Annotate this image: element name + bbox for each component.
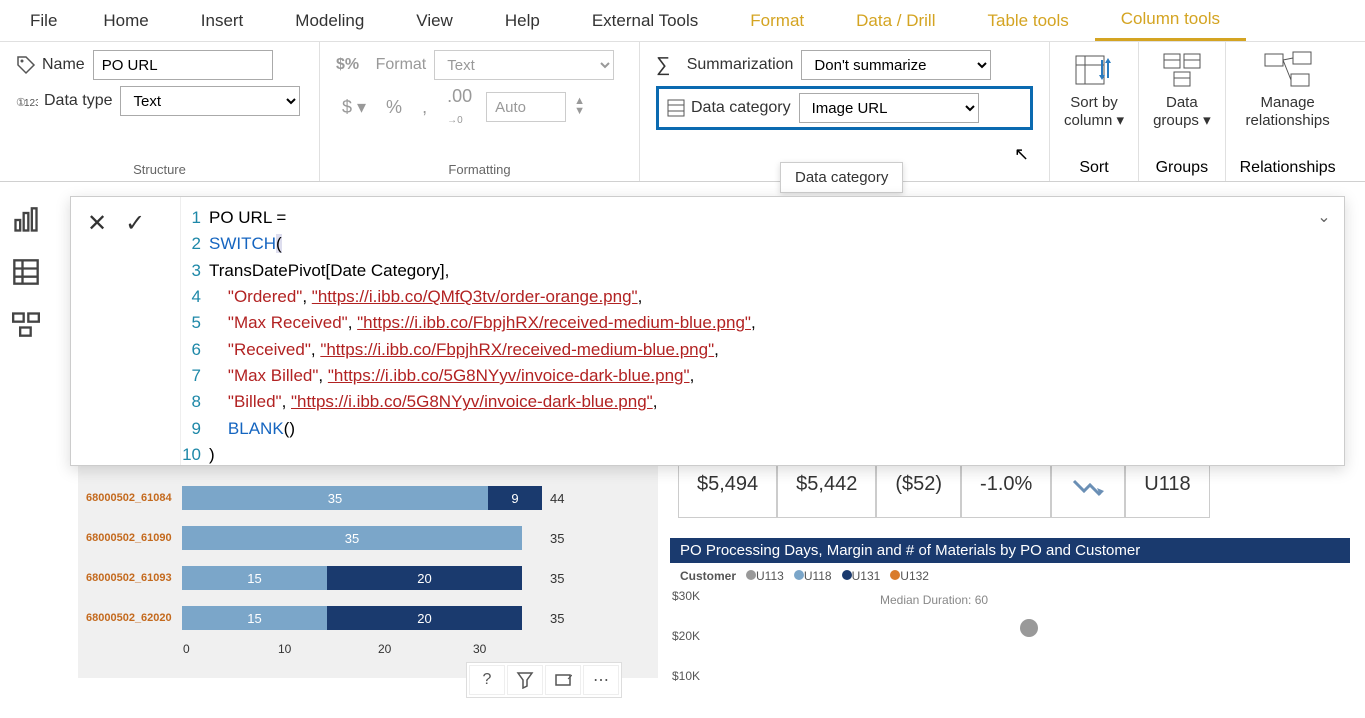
cursor-icon: ↖ bbox=[1014, 144, 1029, 165]
datatype-icon: ①123 bbox=[16, 91, 38, 111]
tab-file[interactable]: File bbox=[0, 0, 77, 41]
formula-commit-button[interactable]: ✓ bbox=[125, 209, 145, 238]
model-view-icon[interactable] bbox=[12, 310, 40, 338]
tag-icon bbox=[16, 55, 36, 75]
scatter-plot-area: $30K $20K $10K Median Duration: 60 bbox=[710, 589, 1350, 699]
tab-help[interactable]: Help bbox=[479, 0, 566, 41]
data-category-highlight: Data category Image URL bbox=[656, 86, 1033, 130]
card-value-2: $5,442 bbox=[777, 464, 876, 518]
category-icon bbox=[667, 99, 685, 117]
name-label: Name bbox=[16, 55, 85, 75]
group-structure: Structure bbox=[16, 158, 303, 177]
format-label: $% Format bbox=[336, 56, 426, 74]
visual-toolbar: ? ⋯ bbox=[466, 662, 622, 698]
tab-data-drill[interactable]: Data / Drill bbox=[830, 0, 961, 41]
card-trend bbox=[1051, 464, 1125, 518]
formula-expand-button[interactable]: ⌄ bbox=[1304, 197, 1344, 465]
report-view-icon[interactable] bbox=[12, 206, 40, 234]
tab-column-tools[interactable]: Column tools bbox=[1095, 0, 1246, 41]
format-select[interactable]: Text bbox=[434, 50, 614, 80]
decimal-button[interactable]: .00→0 bbox=[441, 86, 478, 128]
summarization-select[interactable]: Don't summarize bbox=[801, 50, 991, 80]
sort-by-column-button[interactable]: Sort bycolumn ▾ Sort bbox=[1050, 42, 1139, 181]
bar-row: 68000502_62020152035 bbox=[86, 602, 658, 634]
formula-editor[interactable]: 12345678910 PO URL = SWITCH( TransDatePi… bbox=[181, 197, 1304, 465]
datatype-select[interactable]: Text bbox=[120, 86, 300, 116]
scatter-title: PO Processing Days, Margin and # of Mate… bbox=[670, 538, 1350, 563]
relationships-icon bbox=[1263, 50, 1313, 90]
card-row: $5,494 $5,442 ($52) -1.0% U118 bbox=[678, 464, 1210, 518]
data-view-icon[interactable] bbox=[12, 258, 40, 286]
ribbon: Name ①123 Data type Text Structure $% Fo… bbox=[0, 42, 1365, 182]
more-icon[interactable]: ⋯ bbox=[583, 665, 619, 695]
data-groups-button[interactable]: Datagroups ▾ Groups bbox=[1139, 42, 1226, 181]
tab-home[interactable]: Home bbox=[77, 0, 174, 41]
scatter-point bbox=[1020, 619, 1038, 637]
scatter-chart-visual[interactable]: PO Processing Days, Margin and # of Mate… bbox=[670, 538, 1350, 718]
focus-icon[interactable] bbox=[545, 665, 581, 695]
tab-external-tools[interactable]: External Tools bbox=[566, 0, 724, 41]
filter-icon[interactable] bbox=[507, 665, 543, 695]
summarization-label: ∑ Summarization bbox=[656, 54, 793, 77]
formula-bar: ✕ ✓ 12345678910 PO URL = SWITCH( TransDa… bbox=[70, 196, 1345, 466]
card-value-1: $5,494 bbox=[678, 464, 777, 518]
name-input[interactable] bbox=[93, 50, 273, 80]
bar-row: 68000502_6108435944 bbox=[86, 482, 658, 514]
formula-cancel-button[interactable]: ✕ bbox=[87, 209, 107, 238]
auto-input[interactable] bbox=[486, 92, 566, 122]
tab-table-tools[interactable]: Table tools bbox=[961, 0, 1094, 41]
comma-button[interactable]: , bbox=[416, 97, 433, 118]
card-value-3: ($52) bbox=[876, 464, 961, 518]
left-view-rail bbox=[0, 190, 52, 338]
groups-icon bbox=[1160, 50, 1204, 90]
group-groups: Groups bbox=[1156, 159, 1208, 177]
sort-icon bbox=[1072, 50, 1116, 90]
top-tab-bar: File Home Insert Modeling View Help Exte… bbox=[0, 0, 1365, 42]
currency-button[interactable]: $ ▾ bbox=[336, 97, 372, 118]
svg-text:123: 123 bbox=[24, 98, 38, 109]
tab-format[interactable]: Format bbox=[724, 0, 830, 41]
bar-chart-axis: 0102030 bbox=[183, 642, 543, 662]
bar-row: 68000502_610903535 bbox=[86, 522, 658, 554]
help-icon[interactable]: ? bbox=[469, 665, 505, 695]
data-category-label: Data category bbox=[667, 99, 791, 117]
scatter-legend: Customer U113 U118 U131 U132 bbox=[670, 563, 1350, 589]
tab-modeling[interactable]: Modeling bbox=[269, 0, 390, 41]
tab-view[interactable]: View bbox=[390, 0, 479, 41]
data-category-tooltip: Data category bbox=[780, 162, 903, 193]
tab-insert[interactable]: Insert bbox=[175, 0, 270, 41]
percent-button[interactable]: % bbox=[380, 97, 408, 118]
spinner-icon[interactable]: ▲▼ bbox=[574, 97, 585, 117]
group-formatting: Formatting bbox=[336, 158, 623, 177]
data-category-select[interactable]: Image URL bbox=[799, 93, 979, 123]
card-value-4: -1.0% bbox=[961, 464, 1051, 518]
trend-down-icon bbox=[1070, 473, 1106, 503]
card-customer: U118 bbox=[1125, 464, 1209, 518]
datatype-label: ①123 Data type bbox=[16, 91, 112, 111]
group-sort: Sort bbox=[1079, 159, 1108, 177]
group-relationships: Relationships bbox=[1240, 159, 1336, 177]
bar-row: 68000502_61093152035 bbox=[86, 562, 658, 594]
manage-relationships-button[interactable]: Managerelationships Relationships bbox=[1226, 42, 1350, 181]
